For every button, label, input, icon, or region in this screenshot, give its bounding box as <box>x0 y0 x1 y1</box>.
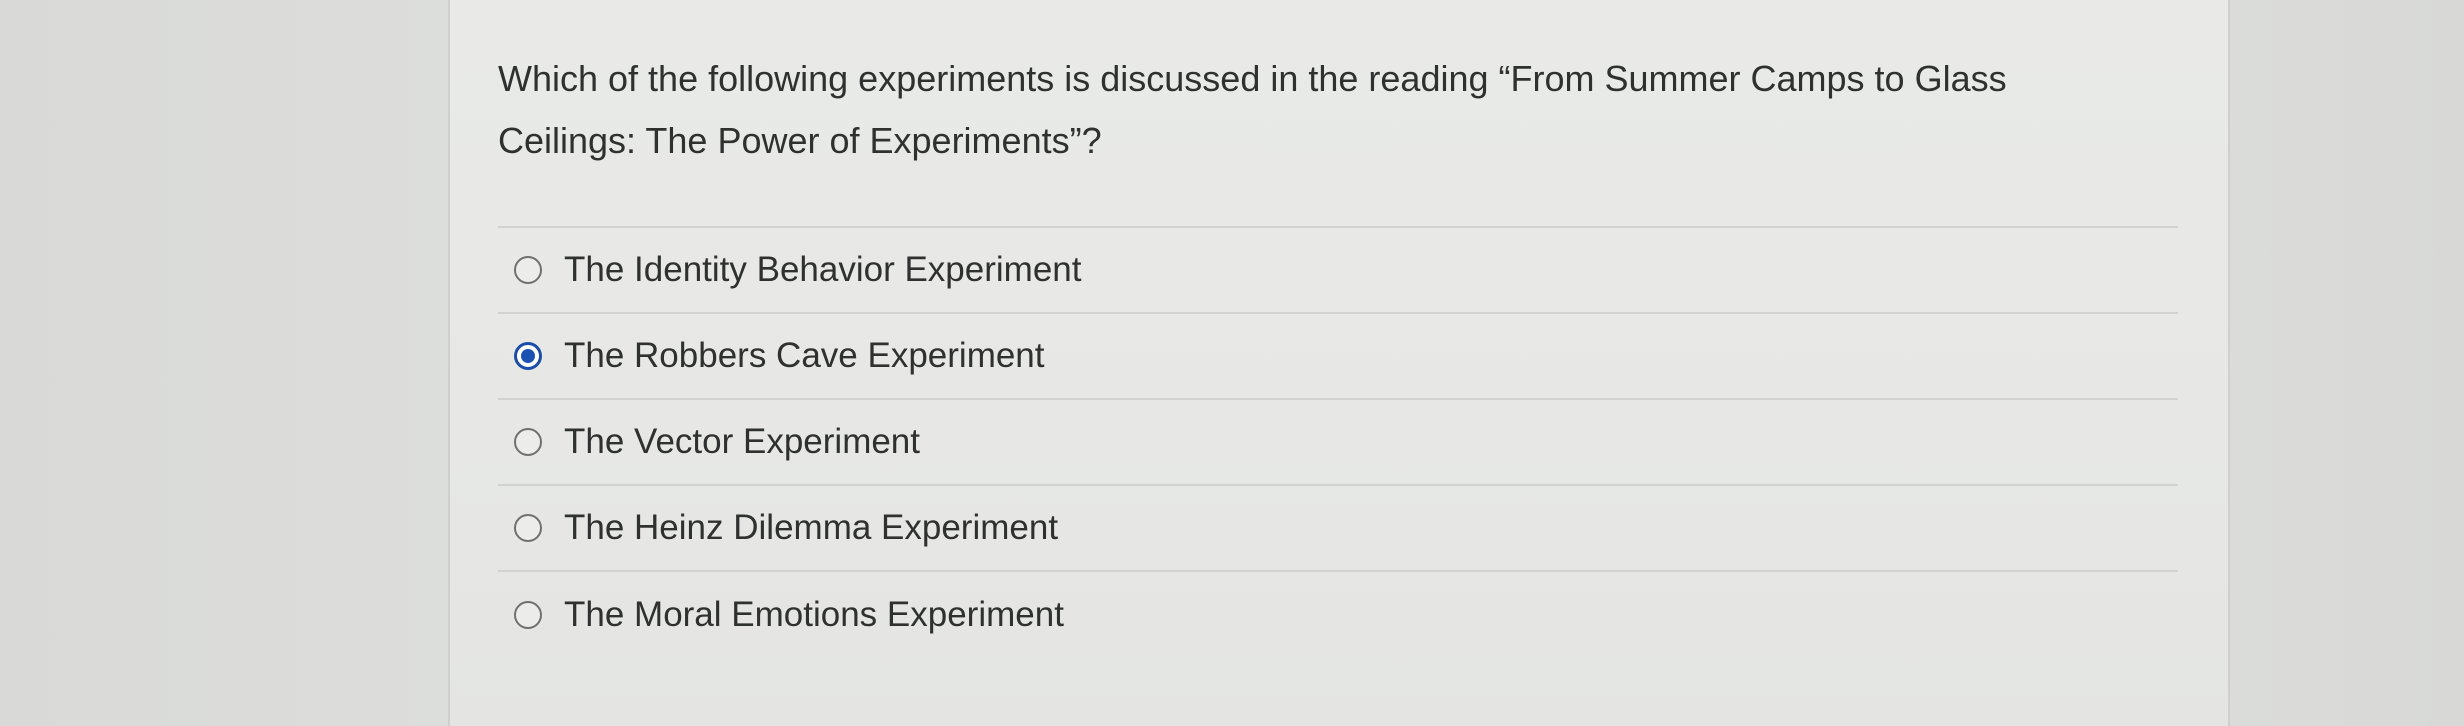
radio-button[interactable] <box>514 514 542 542</box>
option-label: The Moral Emotions Experiment <box>564 595 1064 634</box>
answer-option[interactable]: The Identity Behavior Experiment <box>498 228 2178 314</box>
answer-option[interactable]: The Robbers Cave Experiment <box>498 314 2178 400</box>
option-label: The Identity Behavior Experiment <box>564 250 1082 289</box>
answer-option[interactable]: The Vector Experiment <box>498 400 2178 486</box>
radio-button[interactable] <box>514 428 542 456</box>
answer-option[interactable]: The Moral Emotions Experiment <box>498 572 2178 658</box>
answer-option[interactable]: The Heinz Dilemma Experiment <box>498 486 2178 572</box>
question-card: Which of the following experiments is di… <box>448 0 2230 726</box>
radio-button-selected[interactable] <box>514 342 542 370</box>
answer-options: The Identity Behavior Experiment The Rob… <box>498 228 2178 658</box>
question-text: Which of the following experiments is di… <box>498 58 2007 161</box>
option-label: The Robbers Cave Experiment <box>564 336 1045 375</box>
option-label: The Vector Experiment <box>564 422 920 461</box>
option-label: The Heinz Dilemma Experiment <box>564 508 1059 547</box>
radio-button[interactable] <box>514 256 542 284</box>
radio-button[interactable] <box>514 601 542 629</box>
